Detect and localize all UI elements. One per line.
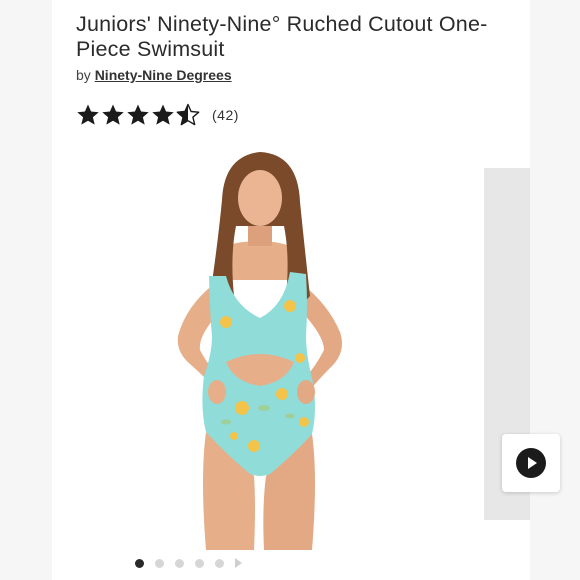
rating-stars [76,103,200,127]
play-icon [516,448,546,478]
byline-prefix: by [76,67,91,83]
product-card: Juniors' Ninety-Nine° Ruched Cutout One-… [52,0,560,580]
gallery-dot-5[interactable] [215,558,224,568]
product-photo[interactable] [114,146,460,550]
review-count[interactable]: (42) [212,107,239,123]
play-video-button[interactable] [502,434,560,492]
byline: by Ninety-Nine Degrees [76,67,232,83]
star-full-icon [152,104,174,125]
gallery-pagination [135,558,242,568]
model-swimsuit-image [177,152,342,550]
gallery-dot-4[interactable] [195,558,204,568]
gallery-dot-3[interactable] [175,558,184,568]
star-full-icon [127,104,149,125]
star-half-icon [176,103,200,126]
rating[interactable]: (42) [76,103,239,127]
gallery-dot-2[interactable] [155,558,164,568]
brand-link[interactable]: Ninety-Nine Degrees [95,67,232,83]
gallery-next-arrow-icon[interactable] [235,558,242,568]
gallery-dot-1[interactable] [135,558,144,568]
star-full-icon [102,104,124,125]
star-full-icon [77,104,99,125]
product-title: Juniors' Ninety-Nine° Ruched Cutout One-… [76,12,488,61]
